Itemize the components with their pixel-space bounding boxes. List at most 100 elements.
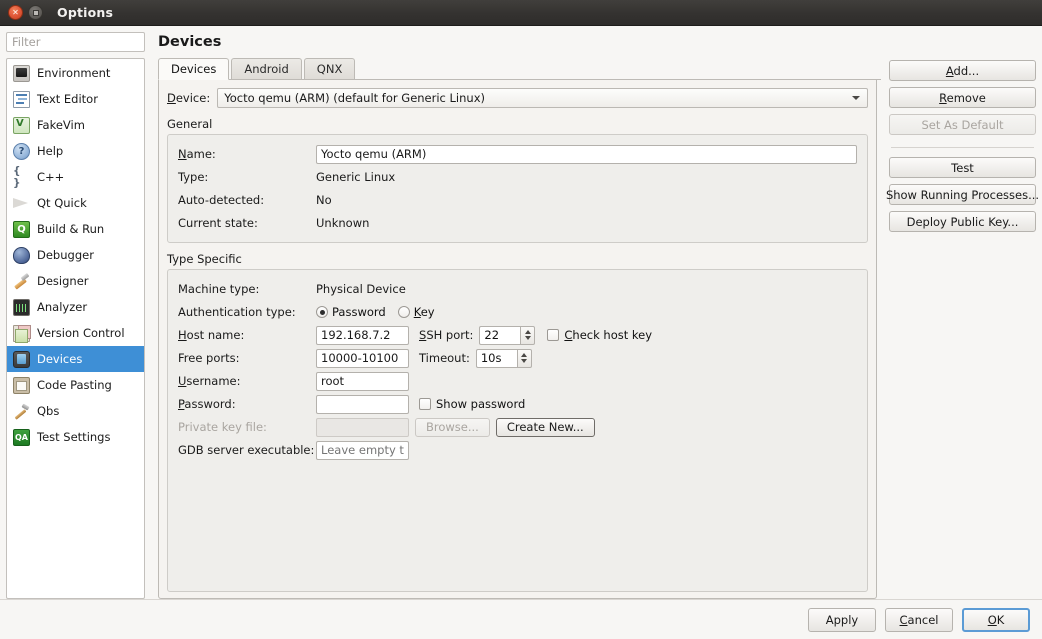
chevron-up-icon[interactable] — [525, 330, 531, 334]
help-icon — [13, 143, 30, 160]
tab-android[interactable]: Android — [231, 58, 301, 79]
type-specific-group-frame: Machine type: Physical Device Authentica… — [167, 269, 868, 592]
filter-input[interactable] — [6, 32, 145, 52]
title-bar: ✕ Options — [0, 0, 1042, 26]
tab-devices[interactable]: Devices — [158, 58, 229, 80]
sidebar-item-label: Analyzer — [37, 300, 87, 314]
show-running-processes-button[interactable]: Show Running Processes... — [889, 184, 1036, 205]
options-dialog-window: ✕ Options Environment Text Editor — [0, 0, 1042, 639]
deploy-public-key-button-label: Deploy Public Key... — [907, 215, 1019, 229]
spinner-buttons[interactable] — [517, 349, 532, 368]
add-button-label: Add... — [946, 64, 979, 78]
cancel-button-label: Cancel — [900, 613, 939, 627]
timeout-spinbox[interactable]: 10s — [476, 349, 532, 368]
timeout-label: Timeout: — [419, 351, 470, 365]
devices-icon — [13, 351, 30, 368]
sidebar-item-analyzer[interactable]: Analyzer — [7, 294, 144, 320]
username-label: Username: — [178, 374, 316, 388]
sidebar-item-text-editor[interactable]: Text Editor — [7, 86, 144, 112]
show-password-checkbox[interactable]: Show password — [419, 397, 525, 411]
fakevim-icon — [13, 117, 30, 134]
cancel-button[interactable]: Cancel — [885, 608, 953, 632]
gdb-server-label: GDB server executable: — [178, 443, 316, 457]
close-icon[interactable]: ✕ — [8, 5, 23, 20]
ssh-port-label: SSH port: — [419, 328, 473, 342]
radio-auth-password[interactable]: Password — [316, 305, 386, 319]
tab-label: QNX — [317, 62, 343, 76]
free-ports-field[interactable] — [316, 349, 409, 368]
sidebar-item-devices[interactable]: Devices — [7, 346, 144, 372]
ssh-port-spinbox[interactable]: 22 — [479, 326, 535, 345]
maximize-icon[interactable] — [28, 5, 43, 20]
build-run-icon — [13, 221, 30, 238]
name-label: Name: — [178, 147, 316, 161]
sidebar-item-cpp[interactable]: C++ — [7, 164, 144, 190]
sidebar-item-debugger[interactable]: Debugger — [7, 242, 144, 268]
free-ports-row: Free ports: Timeout: 10s — [178, 348, 857, 368]
name-row: Name: — [178, 144, 857, 164]
chevron-down-icon[interactable] — [521, 359, 527, 363]
sidebar: Environment Text Editor FakeVim Help — [6, 32, 145, 599]
analyzer-icon — [13, 299, 30, 316]
spinner-buttons[interactable] — [520, 326, 535, 345]
chevron-up-icon[interactable] — [521, 353, 527, 357]
device-combobox[interactable]: Yocto qemu (ARM) (default for Generic Li… — [217, 88, 868, 108]
sidebar-item-help[interactable]: Help — [7, 138, 144, 164]
sidebar-item-qbs[interactable]: Qbs — [7, 398, 144, 424]
type-value: Generic Linux — [316, 170, 395, 184]
type-row: Type: Generic Linux — [178, 167, 857, 187]
password-field[interactable] — [316, 395, 409, 414]
sidebar-item-label: Code Pasting — [37, 378, 112, 392]
test-settings-icon — [13, 429, 30, 446]
apply-button[interactable]: Apply — [808, 608, 876, 632]
text-editor-icon — [13, 91, 30, 108]
window-title: Options — [57, 5, 113, 20]
host-name-row: Host name: SSH port: 22 — [178, 325, 857, 345]
name-field[interactable] — [316, 145, 857, 164]
sidebar-item-code-pasting[interactable]: Code Pasting — [7, 372, 144, 398]
gdb-server-field[interactable] — [316, 441, 409, 460]
category-list[interactable]: Environment Text Editor FakeVim Help — [6, 58, 145, 599]
username-row: Username: — [178, 371, 857, 391]
tab-label: Devices — [171, 62, 216, 76]
sidebar-item-fakevim[interactable]: FakeVim — [7, 112, 144, 138]
sidebar-item-test-settings[interactable]: Test Settings — [7, 424, 144, 450]
sidebar-item-label: Version Control — [37, 326, 125, 340]
current-state-row: Current state: Unknown — [178, 213, 857, 233]
host-name-field[interactable] — [316, 326, 409, 345]
username-field[interactable] — [316, 372, 409, 391]
sidebar-item-designer[interactable]: Designer — [7, 268, 144, 294]
radio-auth-key-label: Key — [414, 305, 435, 319]
set-as-default-button-label: Set As Default — [921, 118, 1003, 132]
action-buttons-panel: Add... Remove Set As Default Test Show R… — [881, 32, 1036, 599]
tab-qnx[interactable]: QNX — [304, 58, 356, 79]
qt-quick-icon — [13, 195, 30, 212]
chevron-down-icon[interactable] — [525, 336, 531, 340]
radio-auth-password-label: Password — [332, 305, 386, 319]
sidebar-item-qt-quick[interactable]: Qt Quick — [7, 190, 144, 216]
check-host-key-label: Check host key — [564, 328, 652, 342]
tab-strip: Devices Android QNX — [158, 58, 881, 80]
radio-auth-key[interactable]: Key — [398, 305, 435, 319]
sidebar-item-label: C++ — [37, 170, 64, 184]
sidebar-item-build-run[interactable]: Build & Run — [7, 216, 144, 242]
private-key-label: Private key file: — [178, 420, 316, 434]
check-host-key-checkbox[interactable]: Check host key — [547, 328, 652, 342]
sidebar-item-label: Devices — [37, 352, 82, 366]
test-button[interactable]: Test — [889, 157, 1036, 178]
version-control-icon — [13, 325, 30, 342]
create-new-button[interactable]: Create New... — [496, 418, 595, 437]
general-group-frame: Name: Type: Generic Linux Auto-detected:… — [167, 134, 868, 243]
sidebar-item-label: Designer — [37, 274, 89, 288]
sidebar-item-environment[interactable]: Environment — [7, 60, 144, 86]
remove-button[interactable]: Remove — [889, 87, 1036, 108]
password-label: Password: — [178, 397, 316, 411]
ok-button[interactable]: OK — [962, 608, 1030, 632]
ssh-port-value: 22 — [479, 326, 520, 345]
cpp-icon — [13, 169, 30, 186]
sidebar-item-label: Test Settings — [37, 430, 110, 444]
machine-type-value: Physical Device — [316, 282, 406, 296]
deploy-public-key-button[interactable]: Deploy Public Key... — [889, 211, 1036, 232]
sidebar-item-version-control[interactable]: Version Control — [7, 320, 144, 346]
add-button[interactable]: Add... — [889, 60, 1036, 81]
